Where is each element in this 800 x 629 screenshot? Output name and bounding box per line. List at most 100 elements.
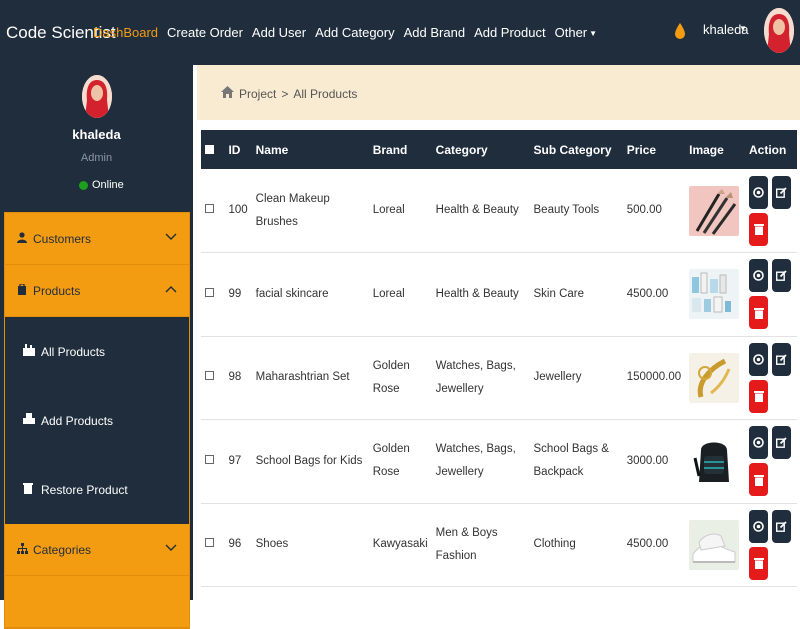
cell-image [685,420,745,504]
user-icon [17,231,28,246]
view-button[interactable] [749,259,768,293]
eye-icon [753,270,764,282]
row-select-cell[interactable] [201,169,224,253]
avatar[interactable] [764,8,794,53]
nav-other-label: Other [554,25,588,40]
sidebar-item-more[interactable] [5,576,189,628]
edit-icon [776,270,787,282]
cell-id: 97 [228,454,242,467]
table-row: 98 Maharashtrian Set Golden Rose Watches… [201,336,797,420]
cell-name: facial skincare [255,287,329,300]
home-icon[interactable] [221,86,234,101]
sidebar-item-customers[interactable]: Customers [5,213,189,265]
select-all-checkbox[interactable] [205,144,214,154]
row-select-cell[interactable] [201,336,224,420]
cell-id: 98 [228,371,242,384]
sidebar-item-categories[interactable]: Categories [5,524,189,576]
header-sub-category[interactable]: Sub Category [530,130,623,169]
cell-actions [745,169,797,253]
edit-button[interactable] [772,426,791,460]
chevron-down-icon [165,541,177,555]
header-id[interactable]: ID [224,130,251,169]
header-brand[interactable]: Brand [369,130,432,169]
product-image [689,269,740,320]
trash-icon [753,307,764,319]
row-checkbox[interactable] [205,538,214,548]
trash-icon [23,482,37,497]
nav-add-brand[interactable]: Add Brand [404,25,465,40]
row-actions [749,342,793,413]
nav-other-dropdown[interactable]: Other ▼ [555,25,597,40]
cell-category: Men & Boys Fashion [435,526,498,562]
box-icon [17,282,28,298]
cell-price: 500.00 [626,204,662,216]
view-button[interactable] [749,426,768,460]
header-price[interactable]: Price [623,130,685,169]
cell-id: 96 [228,538,242,551]
row-checkbox[interactable] [205,454,214,464]
cell-image [685,503,745,587]
caret-down-icon[interactable]: ▼ [739,24,747,33]
header-category[interactable]: Category [432,130,530,169]
row-actions [749,259,793,330]
header-select-all[interactable] [201,130,224,169]
delete-button[interactable] [749,379,768,413]
view-button[interactable] [749,509,768,543]
row-select-cell[interactable] [201,503,224,587]
sidebar-item-label: Add Products [41,413,114,428]
eye-icon [753,520,764,532]
breadcrumb: Project > All Products [221,86,357,101]
nav-create-order[interactable]: Create Order [167,25,243,40]
eye-icon [753,186,764,198]
sidebar-item-restore-product[interactable]: Restore Product [5,455,189,524]
row-select-cell[interactable] [201,420,224,504]
sidebar-item-all-products[interactable]: All Products [5,317,189,386]
row-checkbox[interactable] [205,287,214,297]
sidebar-menu: Customers Products All Products Add Prod… [4,212,190,629]
trash-icon [753,474,764,486]
sidebar-item-label: Products [33,283,81,298]
delete-button[interactable] [749,296,768,330]
nav-add-product[interactable]: Add Product [474,25,546,40]
cell-brand: Loreal [372,204,405,216]
sidebar-item-products[interactable]: Products [5,265,189,317]
delete-button[interactable] [749,546,768,580]
sidebar-item-add-products[interactable]: Add Products [5,386,189,455]
products-table: ID Name Brand Category Sub Category Pric… [201,130,797,587]
edit-button[interactable] [772,509,791,543]
cell-category: Health & Beauty [435,204,519,216]
cell-id: 99 [228,287,242,300]
cell-sub-category: Jewellery [533,371,582,384]
status-badge: Online [79,179,124,191]
row-checkbox[interactable] [205,371,214,381]
edit-button[interactable] [772,259,791,293]
cell-category: Watches, Bags, Jewellery [435,443,516,479]
edit-button[interactable] [772,175,791,209]
breadcrumb-current: All Products [293,86,358,101]
breadcrumb-root[interactable]: Project [239,87,276,101]
edit-button[interactable] [772,342,791,376]
droplet-icon[interactable] [674,22,686,45]
row-select-cell[interactable] [201,253,224,337]
sidebar-item-label: Categories [33,542,92,557]
nav-dashboard[interactable]: DashBoard [93,25,158,40]
chevron-up-icon [165,282,177,296]
delete-button[interactable] [749,212,768,246]
sidebar-user-name: khaleda [72,127,121,142]
header-name[interactable]: Name [252,130,369,169]
nav-add-category[interactable]: Add Category [315,25,395,40]
cell-id: 100 [228,204,248,216]
top-nav: DashBoard Create Order Add User Add Cate… [93,25,597,40]
view-button[interactable] [749,342,768,376]
cell-actions [745,253,797,337]
cell-image [685,253,745,337]
online-dot-icon [79,180,88,190]
trash-icon [753,558,764,570]
row-actions [749,426,793,497]
delete-button[interactable] [749,463,768,497]
cell-price: 150000.00 [626,371,682,384]
nav-add-user[interactable]: Add User [252,25,306,40]
row-checkbox[interactable] [205,204,214,213]
cell-price: 4500.00 [626,538,669,551]
view-button[interactable] [749,175,768,209]
